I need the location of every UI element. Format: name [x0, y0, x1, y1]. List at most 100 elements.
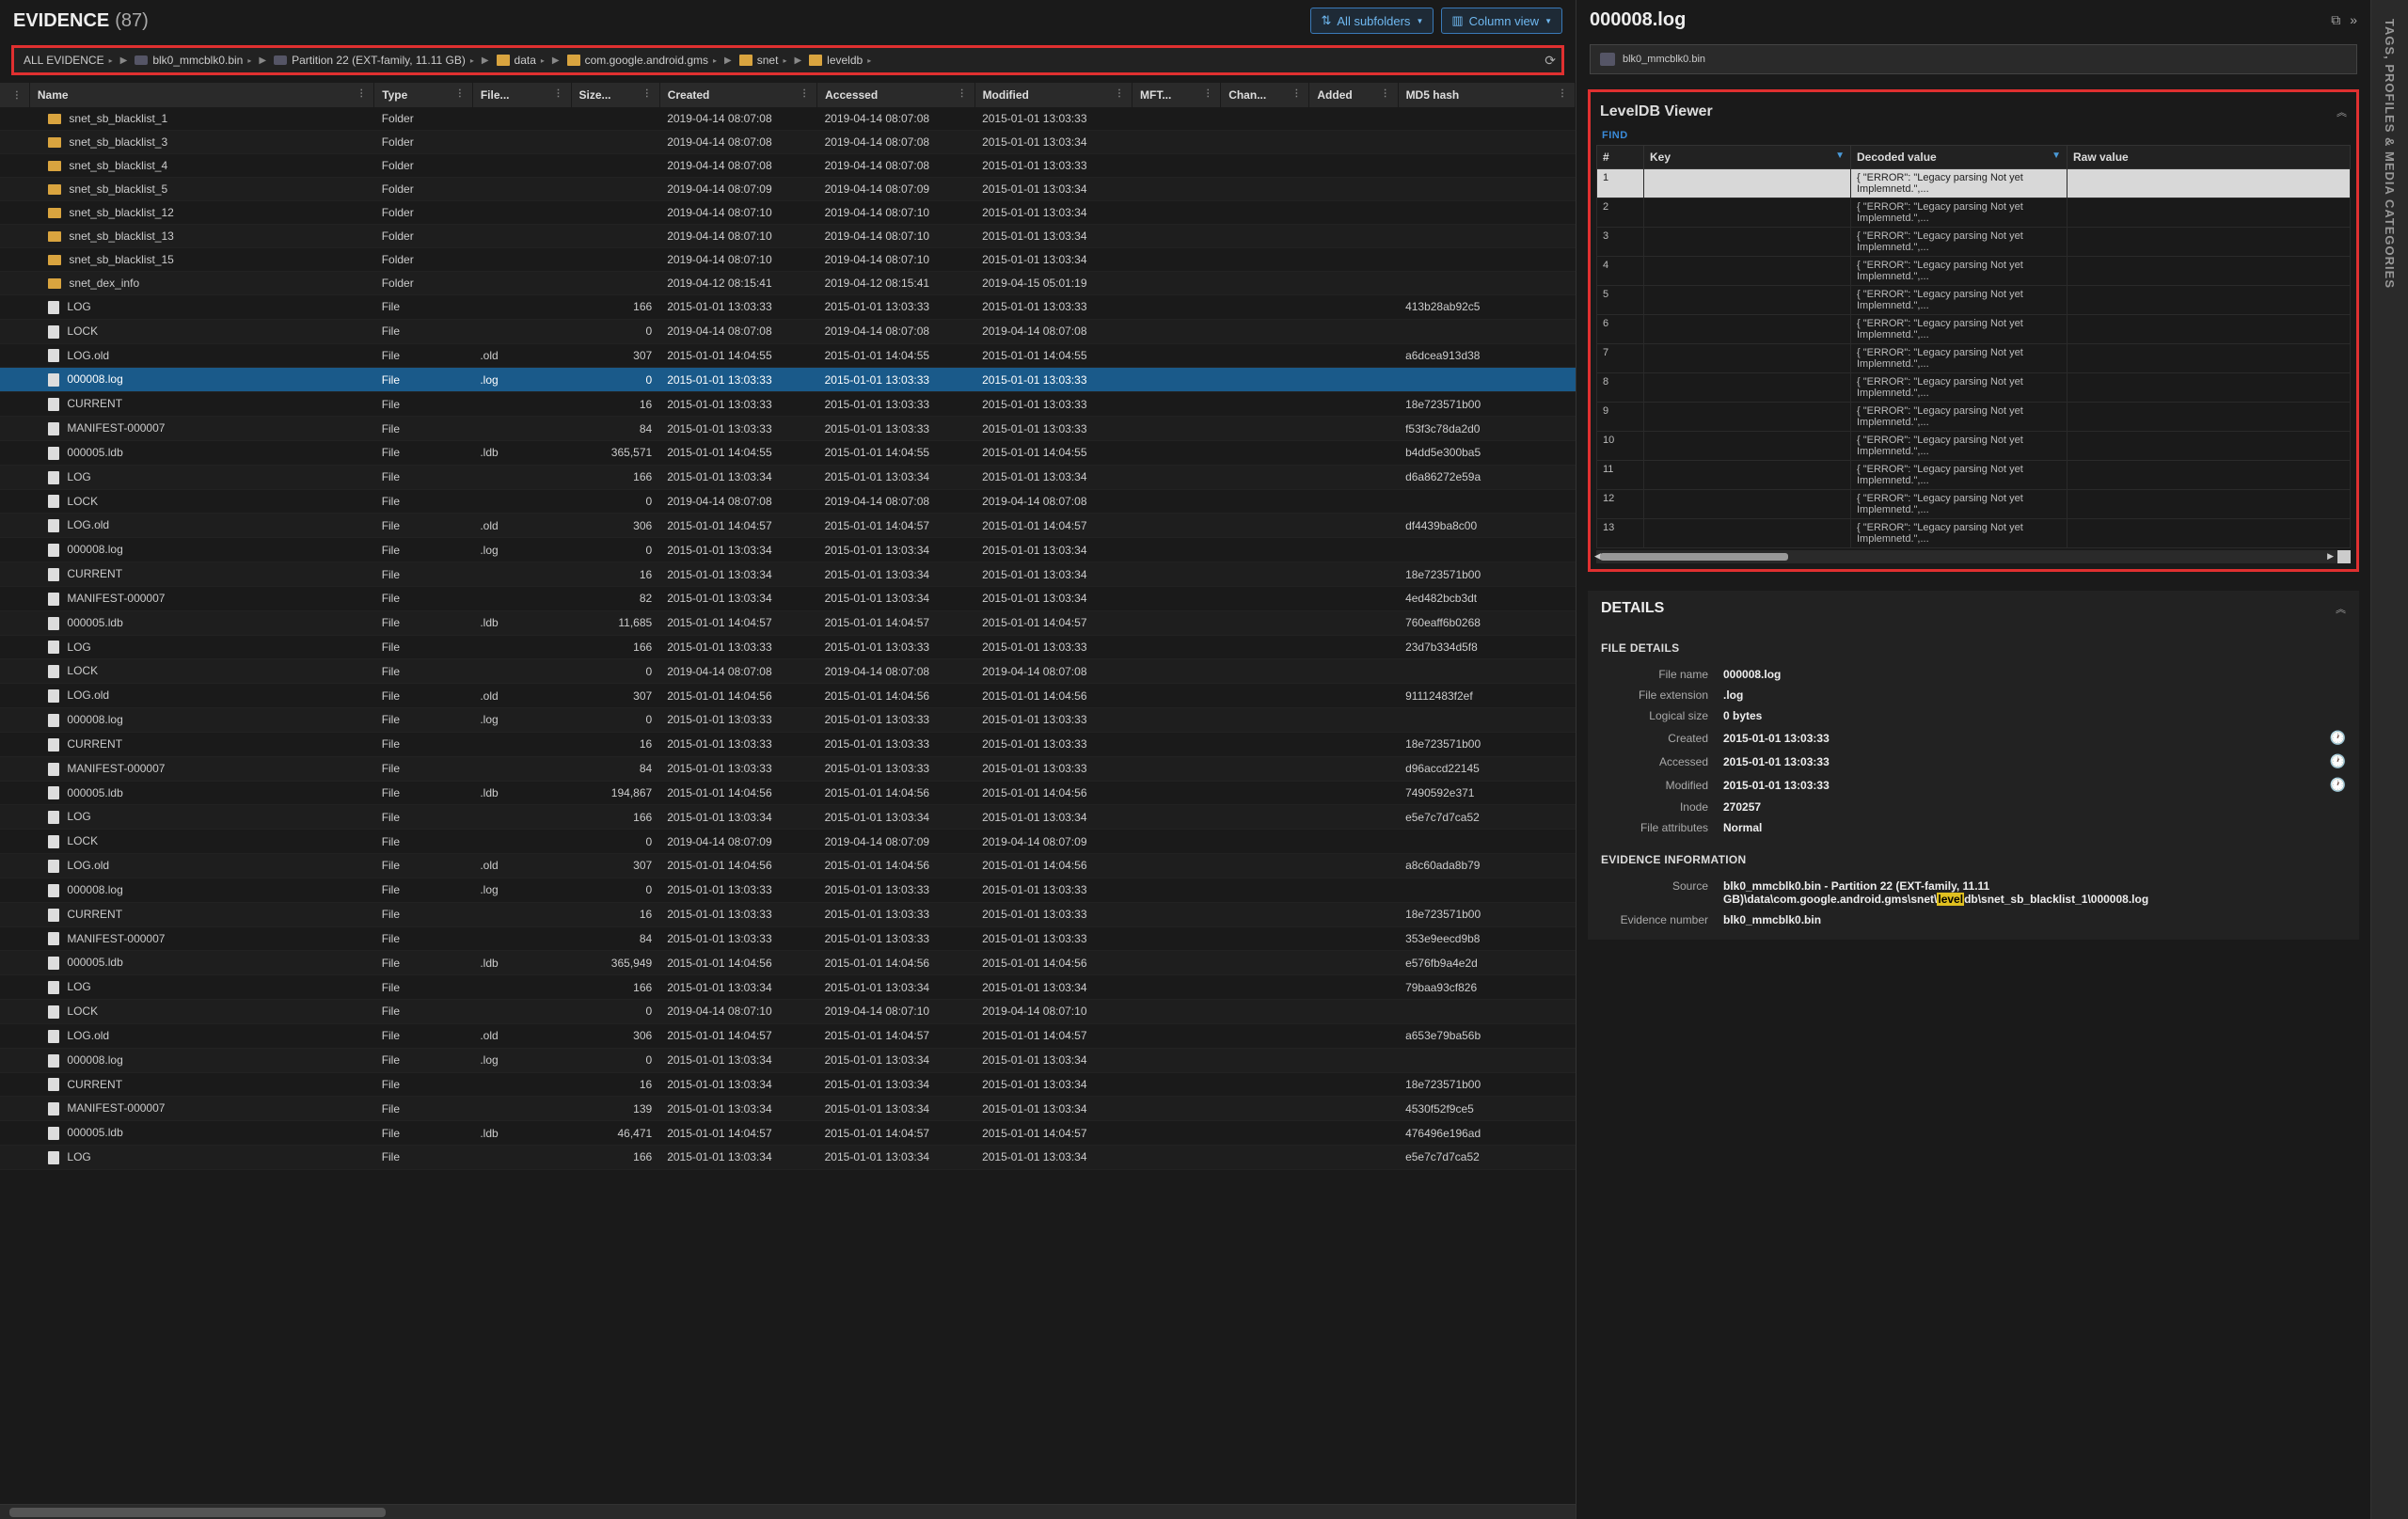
ldb-row[interactable]: 4{ "ERROR": "Legacy parsing Not yet Impl… [1597, 257, 2351, 286]
table-row[interactable]: 000008.logFile.log02015-01-01 13:03:3320… [0, 878, 1576, 902]
column-menu-icon[interactable]: ⋮ [554, 88, 563, 99]
clock-icon[interactable]: 🕐 [2322, 730, 2346, 746]
table-row[interactable]: snet_sb_blacklist_3Folder2019-04-14 08:0… [0, 131, 1576, 154]
table-row[interactable]: snet_sb_blacklist_5Folder2019-04-14 08:0… [0, 178, 1576, 201]
column-view-button[interactable]: ▥ Column view ▼ [1441, 8, 1562, 34]
column-header[interactable]: Name⋮ [29, 83, 373, 107]
breadcrumb-item[interactable]: blk0_mmcblk0.bin ▸ [131, 52, 255, 69]
column-menu-icon[interactable]: ⋮ [1291, 88, 1301, 99]
table-row[interactable]: LOCKFile02019-04-14 08:07:092019-04-14 0… [0, 830, 1576, 854]
all-subfolders-button[interactable]: ⇅ All subfolders ▼ [1310, 8, 1434, 34]
column-header[interactable]: Added⋮ [1309, 83, 1398, 107]
ldb-row[interactable]: 3{ "ERROR": "Legacy parsing Not yet Impl… [1597, 228, 2351, 257]
ldb-row[interactable]: 5{ "ERROR": "Legacy parsing Not yet Impl… [1597, 286, 2351, 315]
collapse-icon[interactable]: ︽ [2336, 601, 2346, 616]
table-row[interactable]: LOGFile1662015-01-01 13:03:342015-01-01 … [0, 975, 1576, 1000]
table-row[interactable]: MANIFEST-000007File842015-01-01 13:03:33… [0, 417, 1576, 441]
column-menu-icon[interactable]: ⋮ [958, 88, 967, 99]
breadcrumb-item[interactable]: snet ▸ [736, 52, 791, 69]
chevron-down-icon[interactable]: ▸ [867, 56, 871, 65]
table-row[interactable]: MANIFEST-000007File1392015-01-01 13:03:3… [0, 1097, 1576, 1121]
collapse-icon[interactable]: ︽ [2337, 104, 2347, 119]
ldb-row[interactable]: 13{ "ERROR": "Legacy parsing Not yet Imp… [1597, 519, 2351, 548]
column-header[interactable]: Type⋮ [374, 83, 473, 107]
breadcrumb-item[interactable]: leveldb ▸ [805, 52, 875, 69]
table-row[interactable]: snet_sb_blacklist_1Folder2019-04-14 08:0… [0, 107, 1576, 131]
column-header[interactable]: Chan...⋮ [1221, 83, 1309, 107]
chevron-down-icon[interactable]: ▸ [783, 56, 786, 65]
breadcrumb-item[interactable]: com.google.android.gms ▸ [563, 52, 721, 69]
ldb-column-header[interactable]: Decoded value▼ [1851, 146, 2067, 169]
table-row[interactable]: LOCKFile02019-04-14 08:07:082019-04-14 0… [0, 659, 1576, 684]
filter-icon[interactable]: ▼ [1835, 150, 1845, 161]
column-header[interactable]: Created⋮ [659, 83, 816, 107]
column-menu-icon[interactable]: ⋮ [1115, 88, 1124, 99]
ldb-row[interactable]: 10{ "ERROR": "Legacy parsing Not yet Imp… [1597, 432, 2351, 461]
column-header[interactable]: ⋮ [0, 83, 29, 107]
breadcrumb-item[interactable]: Partition 22 (EXT-family, 11.11 GB) ▸ [270, 52, 478, 69]
column-header[interactable]: Accessed⋮ [817, 83, 974, 107]
side-rail-tags[interactable]: TAGS, PROFILES & MEDIA CATEGORIES [2370, 0, 2408, 1519]
clock-icon[interactable]: 🕐 [2322, 777, 2346, 793]
table-row[interactable]: snet_dex_infoFolder2019-04-12 08:15:4120… [0, 272, 1576, 295]
find-link[interactable]: FIND [1596, 126, 2351, 145]
ldb-horizontal-scrollbar[interactable]: ◀▶ [1596, 550, 2351, 563]
ldb-row[interactable]: 6{ "ERROR": "Legacy parsing Not yet Impl… [1597, 315, 2351, 344]
table-row[interactable]: LOG.oldFile.old3072015-01-01 14:04:55201… [0, 343, 1576, 368]
evidence-table-wrap[interactable]: ⋮Name⋮Type⋮File...⋮Size...⋮Created⋮Acces… [0, 83, 1576, 1504]
ldb-row[interactable]: 1{ "ERROR": "Legacy parsing Not yet Impl… [1597, 169, 2351, 198]
table-row[interactable]: CURRENTFile162015-01-01 13:03:342015-01-… [0, 562, 1576, 587]
ldb-row[interactable]: 9{ "ERROR": "Legacy parsing Not yet Impl… [1597, 403, 2351, 432]
table-row[interactable]: 000008.logFile.log02015-01-01 13:03:3320… [0, 368, 1576, 392]
filter-icon[interactable]: ▼ [2052, 150, 2061, 161]
table-row[interactable]: LOCKFile02019-04-14 08:07:082019-04-14 0… [0, 489, 1576, 514]
ldb-column-header[interactable]: Key▼ [1644, 146, 1851, 169]
column-header[interactable]: Size...⋮ [571, 83, 659, 107]
column-menu-icon[interactable]: ⋮ [356, 88, 366, 99]
ldb-row[interactable]: 8{ "ERROR": "Legacy parsing Not yet Impl… [1597, 373, 2351, 403]
ldb-column-header[interactable]: Raw value [2067, 146, 2351, 169]
column-menu-icon[interactable]: ⋮ [455, 88, 465, 99]
table-row[interactable]: MANIFEST-000007File822015-01-01 13:03:34… [0, 586, 1576, 610]
table-row[interactable]: LOGFile1662015-01-01 13:03:342015-01-01 … [0, 465, 1576, 489]
ldb-row[interactable]: 11{ "ERROR": "Legacy parsing Not yet Imp… [1597, 461, 2351, 490]
table-row[interactable]: LOG.oldFile.old3062015-01-01 14:04:57201… [0, 514, 1576, 538]
table-row[interactable]: LOCKFile02019-04-14 08:07:082019-04-14 0… [0, 319, 1576, 343]
column-header[interactable]: MFT...⋮ [1133, 83, 1221, 107]
table-row[interactable]: 000005.ldbFile.ldb365,5712015-01-01 14:0… [0, 440, 1576, 465]
column-header[interactable]: File...⋮ [472, 83, 571, 107]
table-row[interactable]: LOGFile1662015-01-01 13:03:332015-01-01 … [0, 635, 1576, 659]
column-menu-icon[interactable]: ⋮ [12, 90, 22, 101]
table-row[interactable]: snet_sb_blacklist_13Folder2019-04-14 08:… [0, 225, 1576, 248]
table-row[interactable]: CURRENTFile162015-01-01 13:03:342015-01-… [0, 1072, 1576, 1097]
table-row[interactable]: CURRENTFile162015-01-01 13:03:332015-01-… [0, 392, 1576, 417]
table-row[interactable]: LOG.oldFile.old3062015-01-01 14:04:57201… [0, 1023, 1576, 1048]
column-menu-icon[interactable]: ⋮ [1558, 88, 1567, 99]
horizontal-scrollbar[interactable] [0, 1504, 1576, 1519]
chevron-down-icon[interactable]: ▸ [470, 56, 474, 65]
ldb-column-header[interactable]: # [1597, 146, 1644, 169]
table-row[interactable]: 000005.ldbFile.ldb46,4712015-01-01 14:04… [0, 1121, 1576, 1146]
table-row[interactable]: LOCKFile02019-04-14 08:07:102019-04-14 0… [0, 1000, 1576, 1024]
table-row[interactable]: 000005.ldbFile.ldb194,8672015-01-01 14:0… [0, 781, 1576, 805]
table-row[interactable]: 000008.logFile.log02015-01-01 13:03:3420… [0, 538, 1576, 562]
ldb-row[interactable]: 2{ "ERROR": "Legacy parsing Not yet Impl… [1597, 198, 2351, 228]
table-row[interactable]: CURRENTFile162015-01-01 13:03:332015-01-… [0, 732, 1576, 756]
table-row[interactable]: 000008.logFile.log02015-01-01 13:03:3320… [0, 708, 1576, 733]
column-header[interactable]: Modified⋮ [974, 83, 1132, 107]
column-menu-icon[interactable]: ⋮ [1381, 88, 1390, 99]
source-chip[interactable]: blk0_mmcblk0.bin [1590, 44, 2357, 74]
table-row[interactable]: LOGFile1662015-01-01 13:03:342015-01-01 … [0, 1145, 1576, 1169]
refresh-icon[interactable]: ⟳ [1545, 53, 1556, 69]
popout-icon[interactable]: ⧉ [2331, 12, 2340, 28]
chevron-down-icon[interactable]: ▸ [247, 56, 251, 65]
column-menu-icon[interactable]: ⋮ [800, 88, 809, 99]
table-row[interactable]: snet_sb_blacklist_15Folder2019-04-14 08:… [0, 248, 1576, 272]
table-row[interactable]: snet_sb_blacklist_4Folder2019-04-14 08:0… [0, 154, 1576, 178]
table-row[interactable]: LOG.oldFile.old3072015-01-01 14:04:56201… [0, 684, 1576, 708]
column-menu-icon[interactable]: ⋮ [642, 88, 652, 99]
breadcrumb-item[interactable]: data ▸ [493, 52, 548, 69]
table-row[interactable]: 000005.ldbFile.ldb365,9492015-01-01 14:0… [0, 951, 1576, 975]
ldb-row[interactable]: 7{ "ERROR": "Legacy parsing Not yet Impl… [1597, 344, 2351, 373]
chevron-down-icon[interactable]: ▸ [713, 56, 717, 65]
